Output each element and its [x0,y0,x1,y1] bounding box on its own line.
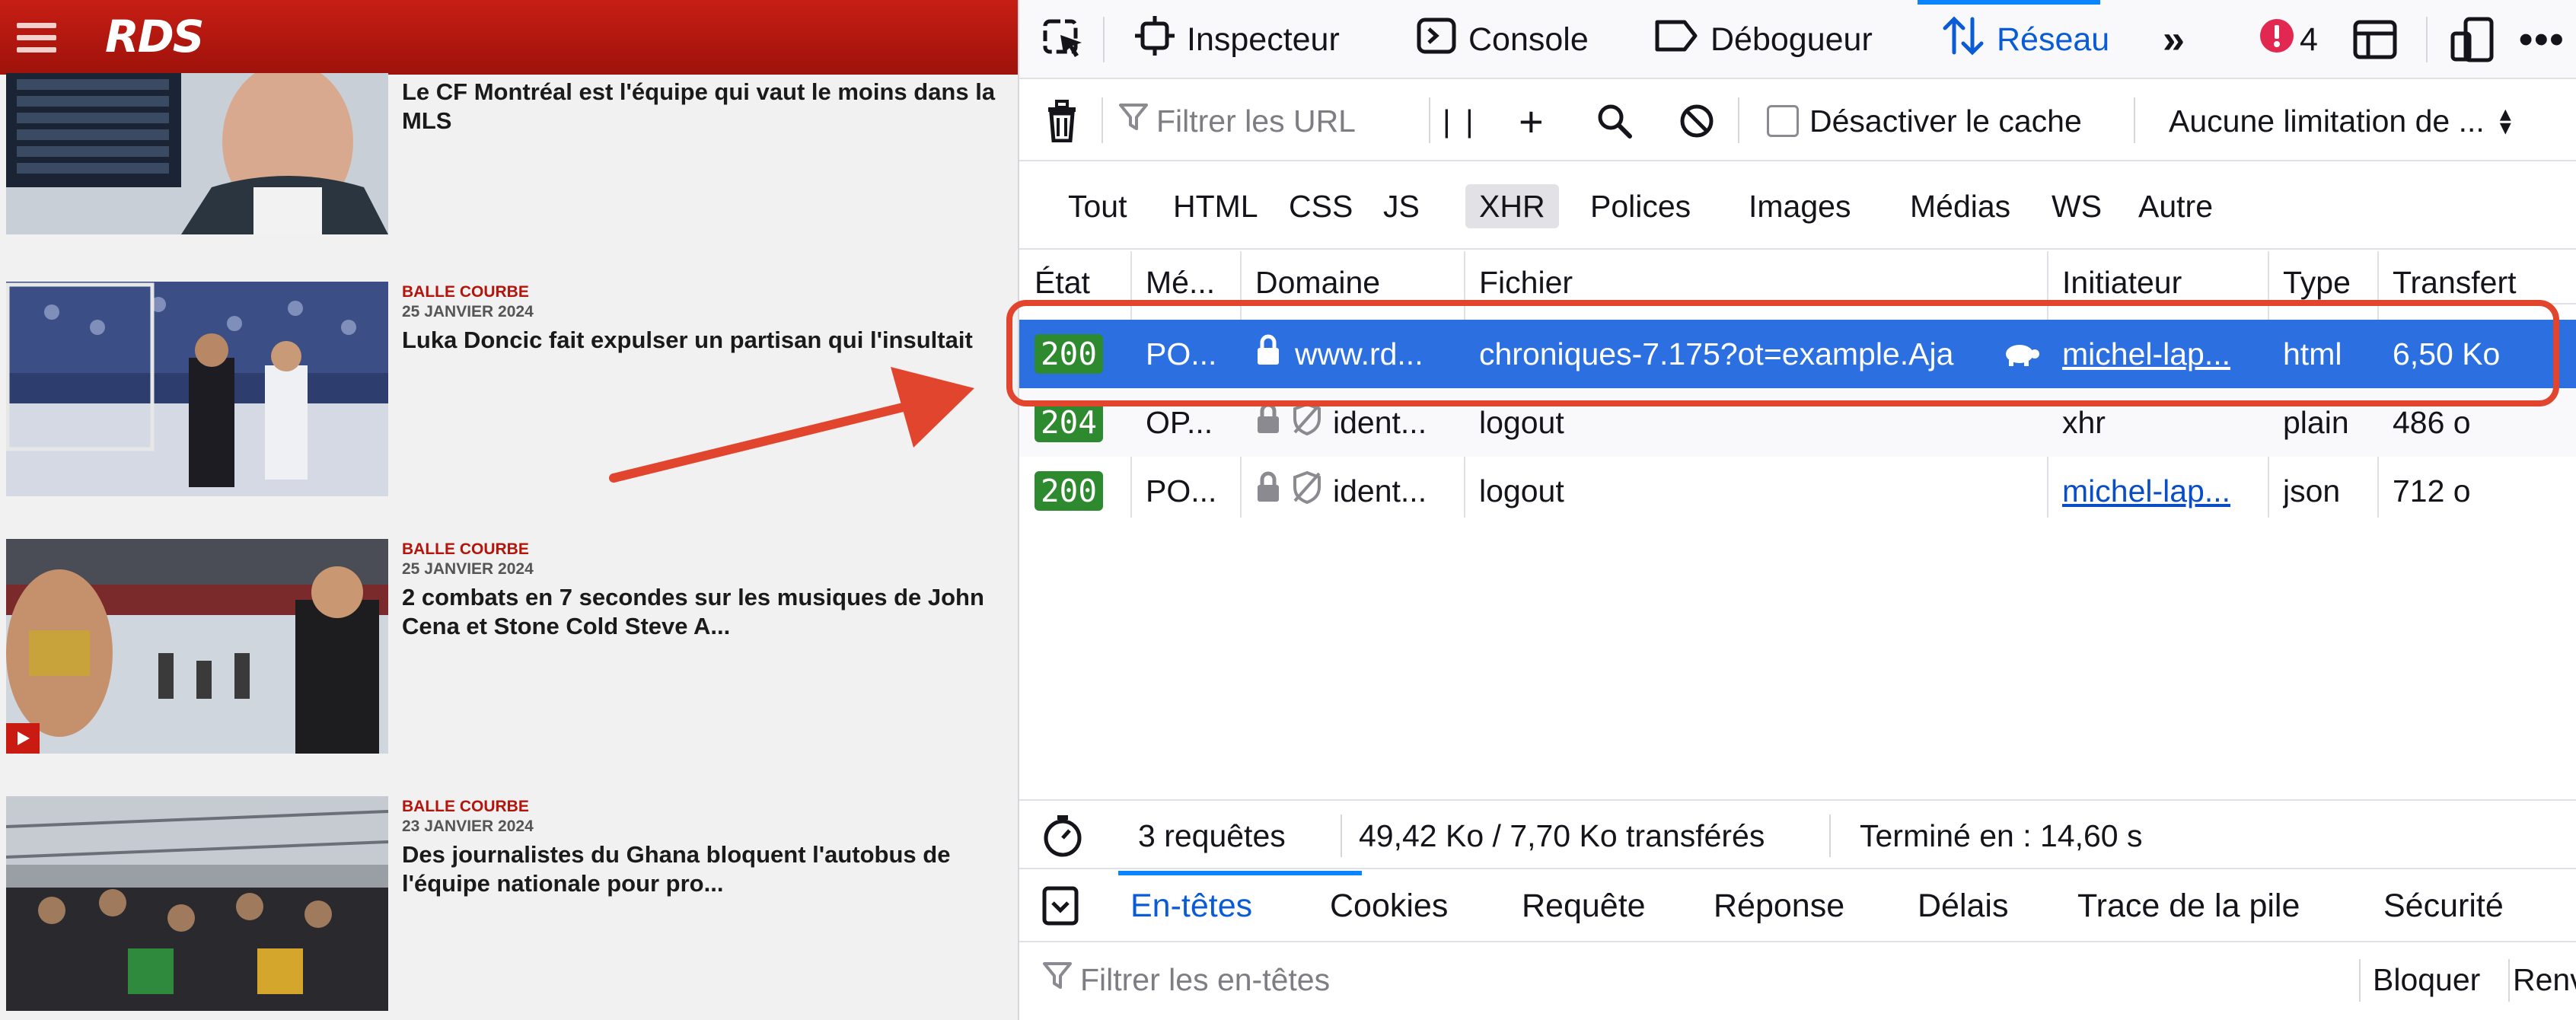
status-badge: 204 [1035,403,1104,442]
detail-tab-requete[interactable]: Requête [1522,871,1646,941]
console-icon [1417,16,1456,64]
col-etat[interactable]: État [1035,265,1090,301]
screenshot-root: RDS Le CF Montréal est l'équipe qui vaut… [0,0,2576,1020]
filter-medias[interactable]: Médias [1896,184,2024,228]
headers-filter-row: Filtrer les en-têtes Bloquer Renv [1019,944,2576,1015]
filter-placeholder: Filtrer les URL [1156,103,1356,139]
clear-trash-icon[interactable] [1045,81,1079,161]
select-arrows-icon: ▴ ▾ [2499,101,2511,140]
file-cell: logout [1479,473,1564,508]
devtools-pane: Inspecteur Console Débogueur Réseau » 4 [1018,0,2576,1020]
error-icon [2259,18,2295,62]
finish-time: Terminé en : 14,60 s [1860,818,2143,853]
tab-label: Débogueur [1710,21,1873,58]
resend-button[interactable]: Renv [2513,944,2576,1015]
network-icon [1942,14,1985,65]
requests-table-header: État Mé... Domaine Fichier Initiateur Ty… [1019,251,2576,304]
tab-console[interactable]: Console [1417,0,1589,79]
domain-text: ident... [1333,473,1427,508]
col-type[interactable]: Type [2283,265,2351,301]
filter-tout[interactable]: Tout [1054,184,1141,228]
initiator-cell[interactable]: michel-lap... [2062,457,2260,525]
detail-tab-securite[interactable]: Sécurité [2383,871,2504,941]
type-cell: json [2283,473,2341,508]
col-fichier[interactable]: Fichier [1479,265,1573,301]
tracker-blocked-icon [1292,402,1322,443]
more-tabs-chevron-icon[interactable]: » [2163,0,2185,79]
status-badge: 200 [1035,471,1104,511]
add-request-plus-icon[interactable]: + [1519,81,1544,161]
tab-debogueur[interactable]: Débogueur [1654,0,1873,79]
filter-ws[interactable]: WS [2038,184,2115,228]
transfer-cell: 712 o [2393,473,2471,508]
block-button[interactable]: Bloquer [2373,944,2480,1015]
lock-icon [1255,403,1281,442]
detail-tab-entetes[interactable]: En-têtes [1130,871,1252,941]
annotation-arrow [609,367,974,483]
error-count: 4 [2300,21,2318,58]
block-request-icon[interactable] [1679,81,1715,161]
url-filter-input[interactable]: Filtrer les URL [1118,81,1356,161]
throttling-select[interactable]: Aucune limitation de ... ▴ ▾ [2169,81,2511,161]
filter-css[interactable]: CSS [1275,184,1366,228]
initiator-link[interactable]: michel-lap... [2062,473,2230,509]
detail-tab-reponse[interactable]: Réponse [1714,871,1844,941]
domain-text: ident... [1333,404,1427,440]
request-count: 3 requêtes [1138,818,1286,853]
filter-images[interactable]: Images [1735,184,1864,228]
inspector-icon [1135,15,1175,64]
disable-cache-checkbox[interactable]: Désactiver le cache [1767,81,2082,161]
request-row[interactable]: 200 PO... ident... logout michel-lap... … [1019,457,2576,525]
domain-cell: ident... [1255,457,1461,525]
tab-label: Inspecteur [1187,21,1340,58]
throttling-value: Aucune limitation de ... [2169,103,2485,139]
lock-icon [1255,471,1281,511]
stopwatch-icon [1042,801,1083,871]
pause-button[interactable]: | | [1443,81,1477,161]
col-initiateur[interactable]: Initiateur [2062,265,2182,301]
annotation-highlight-box [1006,300,2559,406]
headers-filter-placeholder: Filtrer les en-têtes [1080,961,1331,997]
disable-cache-label: Désactiver le cache [1809,103,2082,139]
filter-polices[interactable]: Polices [1577,184,1704,228]
tracker-blocked-icon [1292,470,1322,512]
transfer-size: 49,42 Ko / 7,70 Ko transférés [1359,818,1765,853]
filter-funnel-icon [1042,961,1073,999]
sidebar-toggle-icon[interactable] [1042,871,1079,941]
filter-funnel-icon [1118,102,1149,140]
checkbox-box[interactable] [1767,105,1799,137]
tab-inspecteur[interactable]: Inspecteur [1135,0,1340,79]
method-cell: PO... [1146,473,1217,508]
dock-layout-icon[interactable] [2353,0,2397,79]
network-summary-bar: 3 requêtes 49,42 Ko / 7,70 Ko transférés… [1019,799,2576,869]
debugger-icon [1654,16,1698,64]
pause-label: | | [1443,103,1477,139]
type-filter-bar: Tout HTML CSS JS XHR Polices Images Médi… [1019,161,2576,250]
detail-tab-delais[interactable]: Délais [1918,871,2009,941]
filter-js[interactable]: JS [1369,184,1433,228]
overflow-menu-icon[interactable]: ••• [2519,0,2565,79]
network-toolbar: Filtrer les URL | | + Désactiver le cach… [1019,81,2576,161]
tab-reseau[interactable]: Réseau [1942,0,2109,79]
filter-html[interactable]: HTML [1159,184,1272,228]
col-methode[interactable]: Mé... [1146,265,1215,301]
tab-label: Réseau [1997,21,2110,58]
detail-tab-trace[interactable]: Trace de la pile [2077,871,2300,941]
devtools-tabbar: Inspecteur Console Débogueur Réseau » 4 [1019,0,2576,79]
website-pane: RDS Le CF Montréal est l'équipe qui vaut… [0,0,1018,1020]
filter-autre[interactable]: Autre [2125,184,2227,228]
error-count-badge[interactable]: 4 [2259,0,2318,79]
headers-filter-input[interactable]: Filtrer les en-têtes [1042,944,1330,1015]
filter-xhr[interactable]: XHR [1465,184,1559,228]
col-transfert[interactable]: Transfert [2393,265,2517,301]
col-domaine[interactable]: Domaine [1255,265,1380,301]
responsive-mode-icon[interactable] [2450,0,2495,79]
element-picker-icon[interactable] [1041,0,1086,79]
search-icon[interactable] [1596,81,1633,161]
request-details-tabs: En-têtes Cookies Requête Réponse Délais … [1019,871,2576,942]
tab-label: Console [1468,21,1589,58]
detail-tab-cookies[interactable]: Cookies [1330,871,1448,941]
